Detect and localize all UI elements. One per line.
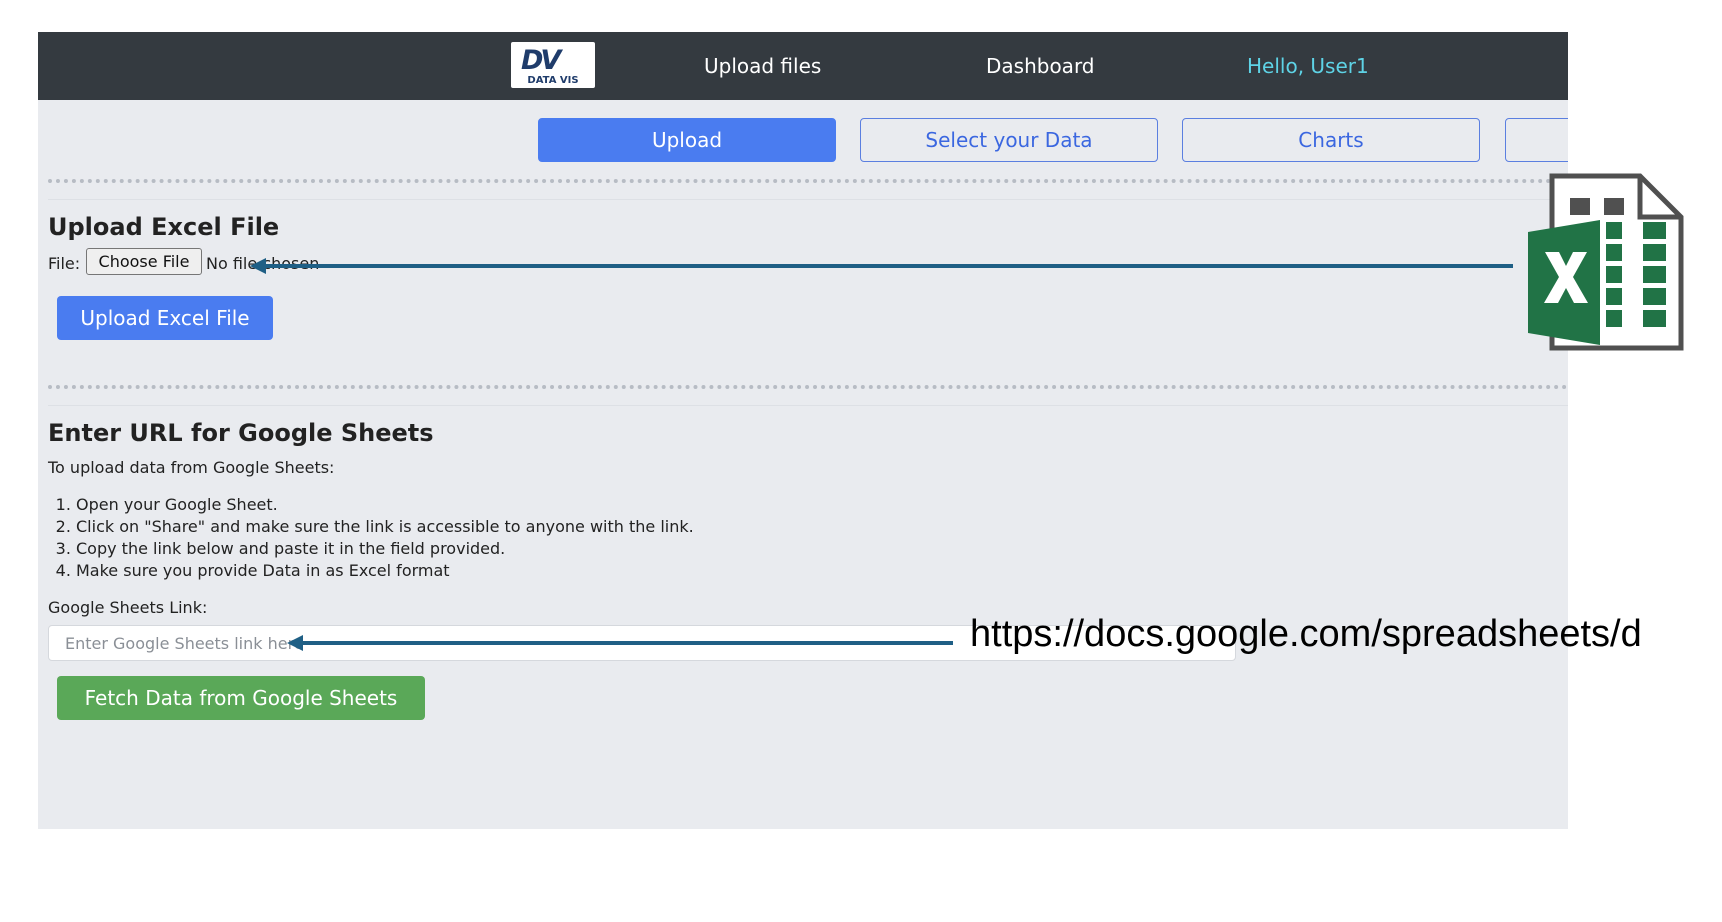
arrow-head (287, 635, 303, 651)
excel-icon (1528, 173, 1684, 351)
annotation-overlay (250, 173, 1684, 651)
arrow-head (250, 258, 266, 274)
example-url-annotation: https://docs.google.com/spreadsheets/d (970, 613, 1642, 655)
